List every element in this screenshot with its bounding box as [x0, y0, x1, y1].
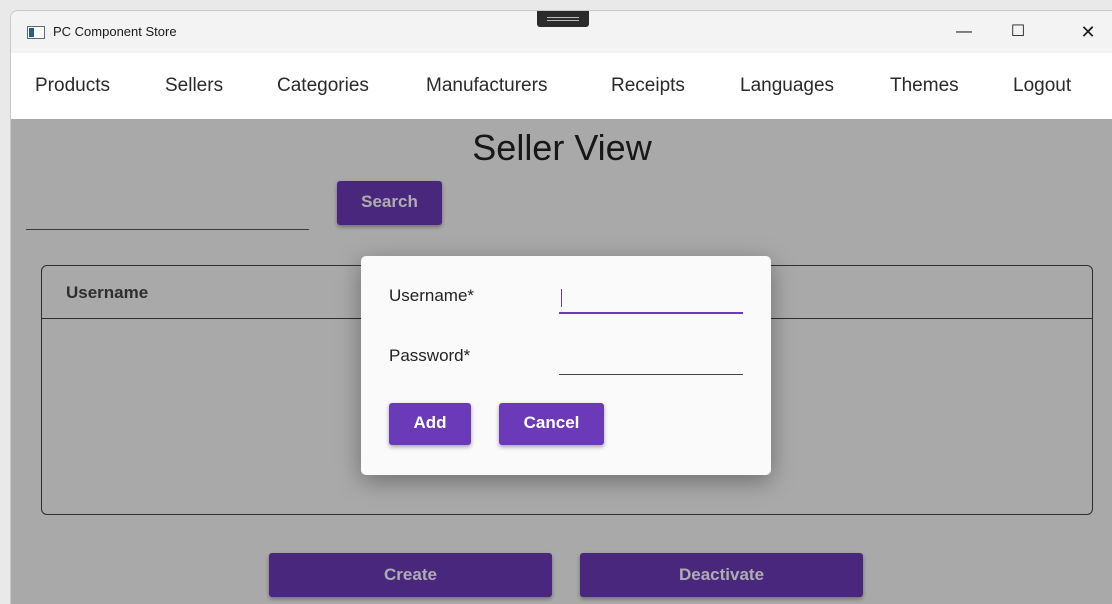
menu-item-receipts[interactable]: Receipts [611, 75, 685, 97]
title-bar[interactable]: PC Component Store — ☐ ✕ [11, 11, 1112, 53]
menu-item-manufacturers[interactable]: Manufacturers [426, 75, 547, 97]
menu-item-products[interactable]: Products [35, 75, 110, 97]
username-field[interactable] [559, 286, 743, 314]
username-label: Username* [389, 286, 475, 305]
drag-handle-icon[interactable] [537, 11, 589, 27]
password-field[interactable] [559, 348, 743, 375]
add-button[interactable]: Add [389, 403, 471, 445]
minimize-icon[interactable]: — [941, 11, 987, 53]
menu-item-sellers[interactable]: Sellers [165, 75, 223, 97]
app-window: PC Component Store — ☐ ✕ Products Seller… [10, 10, 1112, 604]
maximize-icon[interactable]: ☐ [995, 11, 1041, 53]
menu-item-languages[interactable]: Languages [740, 75, 834, 97]
seller-view-content: Seller View Search Username Create Deact… [11, 119, 1112, 604]
window-title: PC Component Store [53, 24, 177, 39]
password-label: Password* [389, 346, 471, 365]
menu-item-categories[interactable]: Categories [277, 75, 369, 97]
cancel-button[interactable]: Cancel [499, 403, 604, 445]
close-icon[interactable]: ✕ [1065, 11, 1111, 53]
menu-bar: Products Sellers Categories Manufacturer… [11, 53, 1112, 119]
menu-item-logout[interactable]: Logout [1013, 75, 1071, 97]
app-icon [27, 26, 45, 39]
menu-item-themes[interactable]: Themes [890, 75, 959, 97]
add-seller-dialog: Username* Password* Add Cancel [361, 256, 771, 475]
text-caret [561, 289, 562, 307]
